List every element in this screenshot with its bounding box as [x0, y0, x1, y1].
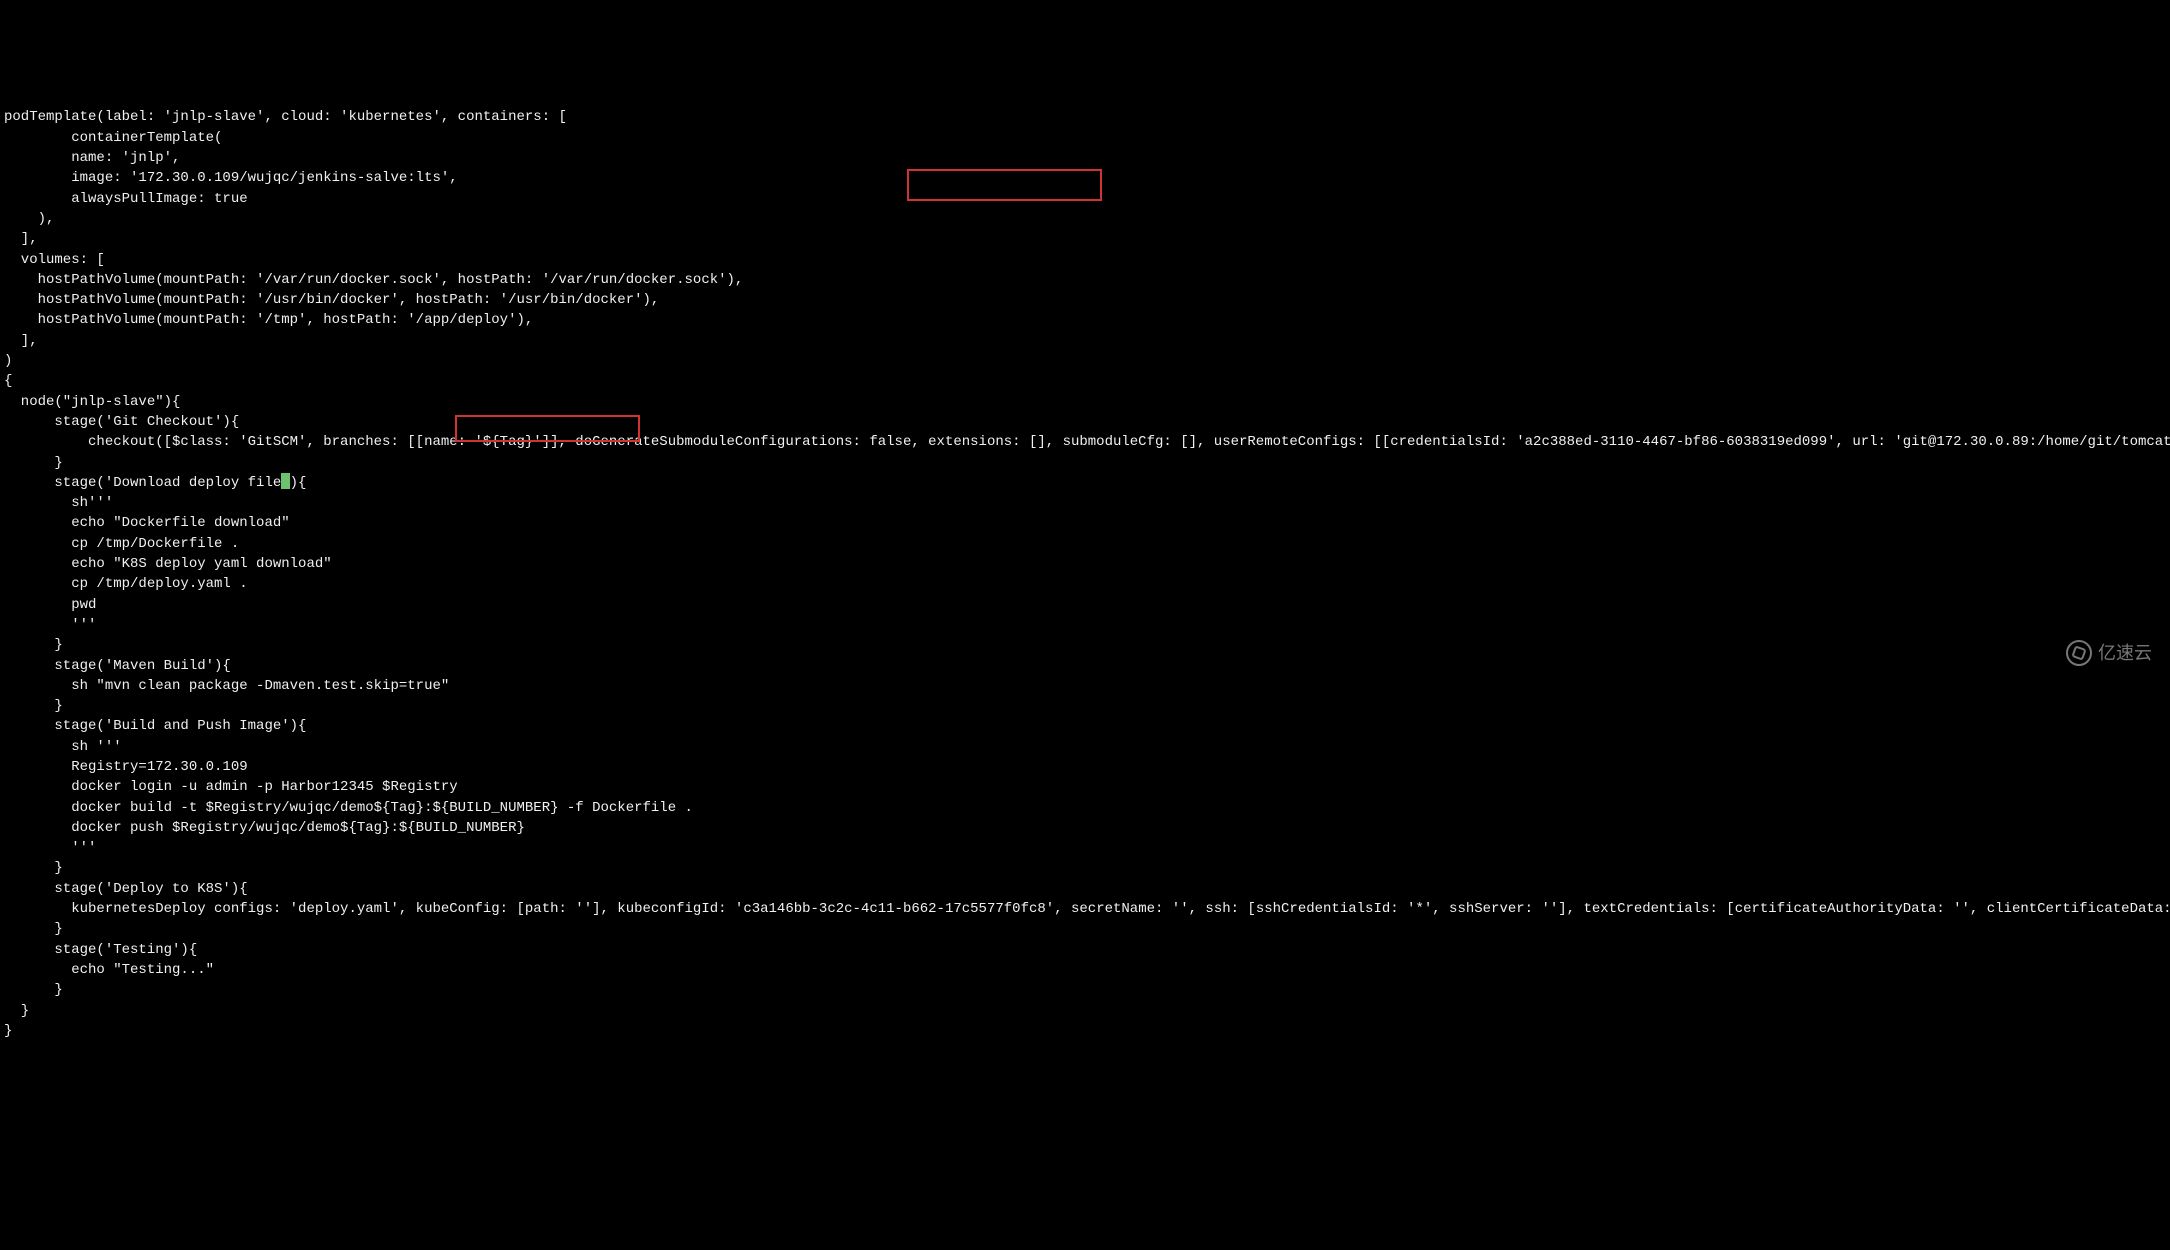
kubeconfig-id: 'c3a146bb-3c2c-4c11-b662-17c5577f0fc8' — [735, 901, 1054, 917]
code-line: cp /tmp/deploy.yaml . — [4, 576, 248, 592]
code-line: sh''' — [4, 495, 113, 511]
code-line: stage('Testing'){ — [4, 942, 197, 958]
code-line: echo "Dockerfile download" — [4, 515, 290, 531]
code-line: docker push $Registry/wujqc/demo${Tag}:$… — [4, 820, 525, 836]
watermark-text: 亿速云 — [2098, 640, 2152, 666]
code-line: alwaysPullImage: true — [4, 191, 248, 207]
code-line: volumes: [ — [4, 252, 105, 268]
code-line: stage('Download deploy file){ — [4, 475, 306, 491]
code-line: } — [4, 921, 63, 937]
credentials-id-1: 'a2c388ed-3110-4467-bf86-6038319ed099' — [1516, 434, 1835, 450]
code-line: checkout([$class: 'GitSCM', branches: [[… — [4, 434, 2170, 450]
code-line: ), — [4, 211, 54, 227]
code-line: image: '172.30.0.109/wujqc/jenkins-salve… — [4, 170, 458, 186]
watermark-icon — [2066, 640, 2092, 666]
code-line: echo "K8S deploy yaml download" — [4, 556, 332, 572]
cursor-icon — [281, 473, 289, 488]
code-block: podTemplate(label: 'jnlp-slave', cloud: … — [0, 81, 2170, 1047]
code-line: hostPathVolume(mountPath: '/var/run/dock… — [4, 272, 743, 288]
code-line: ], — [4, 231, 38, 247]
code-line: docker build -t $Registry/wujqc/demo${Ta… — [4, 800, 693, 816]
code-line: } — [4, 698, 63, 714]
code-line: pwd — [4, 597, 96, 613]
code-line: Registry=172.30.0.109 — [4, 759, 248, 775]
code-line: } — [4, 637, 63, 653]
code-line: stage('Git Checkout'){ — [4, 414, 239, 430]
code-line: stage('Maven Build'){ — [4, 658, 231, 674]
code-line: stage('Deploy to K8S'){ — [4, 881, 248, 897]
code-line: } — [4, 1003, 29, 1019]
code-line: ], — [4, 333, 38, 349]
code-line: containerTemplate( — [4, 130, 222, 146]
code-line: } — [4, 860, 63, 876]
watermark: 亿速云 — [2066, 640, 2152, 666]
code-line: stage('Build and Push Image'){ — [4, 718, 306, 734]
code-line: } — [4, 982, 63, 998]
code-line: ) — [4, 353, 12, 369]
code-line: ''' — [4, 840, 96, 856]
code-line: hostPathVolume(mountPath: '/usr/bin/dock… — [4, 292, 659, 308]
code-line: podTemplate(label: 'jnlp-slave', cloud: … — [4, 109, 567, 125]
code-line: } — [4, 455, 63, 471]
code-line: cp /tmp/Dockerfile . — [4, 536, 239, 552]
code-line: ''' — [4, 617, 96, 633]
code-line: hostPathVolume(mountPath: '/tmp', hostPa… — [4, 312, 533, 328]
code-line: name: 'jnlp', — [4, 150, 180, 166]
code-line: sh ''' — [4, 739, 122, 755]
code-line: docker login -u admin -p Harbor12345 $Re… — [4, 779, 458, 795]
code-line: echo "Testing..." — [4, 962, 214, 978]
code-line: } — [4, 1023, 12, 1039]
code-line: kubernetesDeploy configs: 'deploy.yaml',… — [4, 901, 2170, 917]
code-line: node("jnlp-slave"){ — [4, 394, 180, 410]
code-line: { — [4, 373, 12, 389]
